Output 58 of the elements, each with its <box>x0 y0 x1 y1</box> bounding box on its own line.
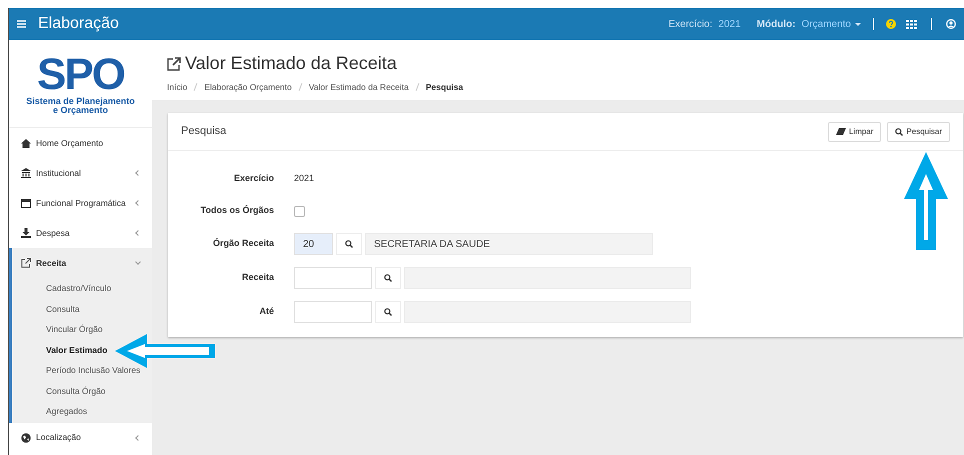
submenu-item[interactable]: Agregados <box>46 406 88 416</box>
app-title: Elaboração <box>38 14 119 34</box>
eraser-icon <box>836 128 846 135</box>
logo-text: SPO <box>37 52 124 96</box>
exercise-value: 2021 <box>718 18 741 32</box>
sidebar-item[interactable]: Home Orçamento <box>9 128 152 158</box>
calendar-icon <box>21 198 31 208</box>
external-link-icon <box>21 258 31 268</box>
search-button[interactable]: Pesquisar <box>887 122 950 142</box>
help-icon[interactable] <box>886 19 896 29</box>
search-icon <box>384 308 392 316</box>
sidebar-item[interactable]: Despesa <box>9 218 152 248</box>
submenu-item[interactable]: Cadastro/Vínculo <box>46 283 112 294</box>
field-value: 2021 <box>294 172 314 186</box>
sidebar-item[interactable]: Funcional Programática <box>9 188 152 218</box>
module-label: Módulo: <box>756 18 796 32</box>
lookup-button[interactable] <box>375 301 401 323</box>
submenu-item[interactable]: Vincular Órgão <box>46 324 103 334</box>
search-icon <box>895 128 904 136</box>
lookup-button[interactable] <box>375 267 401 289</box>
sidebar-item[interactable]: Localização <box>9 422 152 452</box>
logo-subtitle: Sistema de Planejamento e Orçamento <box>26 96 136 114</box>
code-field[interactable] <box>294 301 372 323</box>
menu-icon[interactable] <box>17 20 26 28</box>
field-label: Até <box>258 305 275 318</box>
page-title: Valor Estimado da Receita <box>185 52 397 75</box>
search-icon <box>345 240 353 248</box>
sidebar-item[interactable]: Receita <box>12 248 152 278</box>
code-field[interactable] <box>294 267 372 289</box>
field-label: Receita <box>240 271 275 284</box>
download-icon <box>21 228 31 238</box>
submenu-item[interactable]: Período Inclusão Valores <box>46 365 140 376</box>
panel-title: Pesquisa <box>181 124 226 140</box>
checkbox[interactable] <box>294 206 305 216</box>
breadcrumb-current: Pesquisa <box>426 81 464 94</box>
exercise-label: Exercício: <box>668 18 712 32</box>
breadcrumb-link[interactable]: Elaboração Orçamento <box>204 81 292 94</box>
bank-icon <box>21 168 31 178</box>
breadcrumb-link[interactable]: Valor Estimado da Receita <box>308 81 409 94</box>
description-field: SECRETARIA DA SAUDE <box>365 233 653 255</box>
submenu-item[interactable]: Consulta <box>46 304 80 314</box>
caret-icon <box>855 22 861 26</box>
field-label: Exercício <box>232 172 275 186</box>
lookup-button[interactable] <box>336 233 362 255</box>
grid-icon[interactable] <box>906 20 917 28</box>
field-label: Todos os Órgãos <box>200 204 275 218</box>
clear-button[interactable]: Limpar <box>828 122 882 142</box>
submenu-item[interactable]: Consulta Órgão <box>46 386 106 396</box>
code-field[interactable]: 20 <box>294 233 333 255</box>
user-icon[interactable] <box>946 19 956 29</box>
home-icon <box>21 138 31 148</box>
search-icon <box>384 274 392 282</box>
sidebar-item[interactable]: Institucional <box>9 158 152 188</box>
globe-icon <box>21 432 31 442</box>
submenu-item[interactable]: Valor Estimado <box>46 344 108 355</box>
external-link-icon <box>167 56 181 70</box>
field-label: Órgão Receita <box>212 237 275 250</box>
breadcrumb-link[interactable]: Início <box>167 81 188 94</box>
